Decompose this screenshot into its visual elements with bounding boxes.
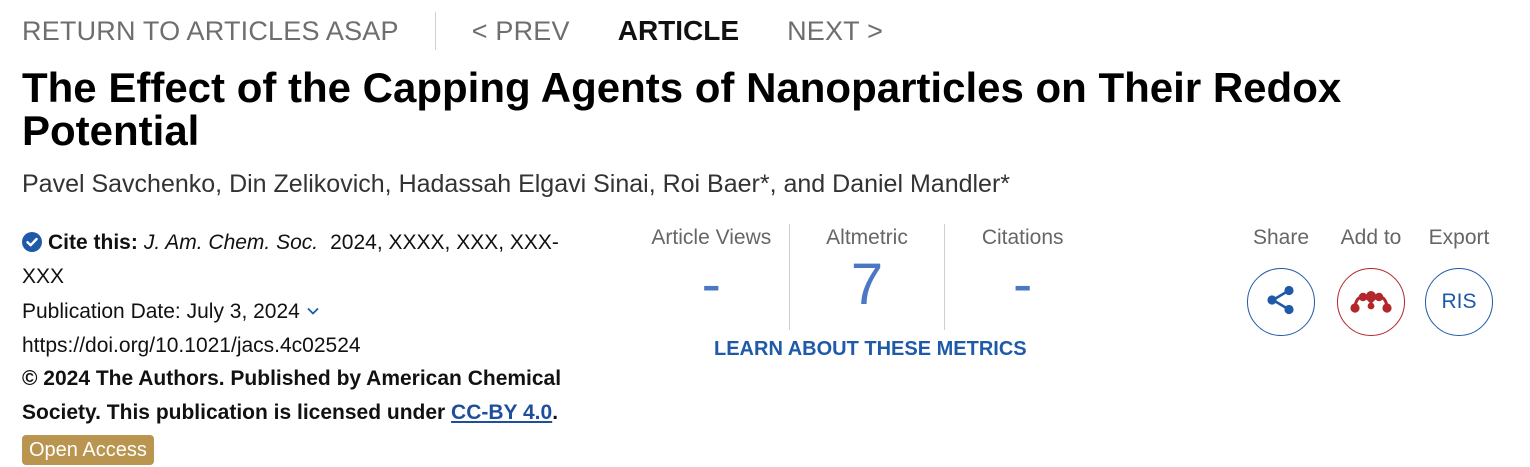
- prev-link[interactable]: < PREV: [472, 16, 570, 47]
- mendeley-button[interactable]: [1337, 268, 1405, 336]
- article-views-label: Article Views: [651, 226, 772, 249]
- export-action: Export RIS: [1423, 226, 1495, 336]
- altmetric-value[interactable]: 7: [851, 250, 883, 320]
- license-link[interactable]: CC-BY 4.0: [451, 401, 552, 424]
- export-label: Export: [1428, 226, 1490, 249]
- open-access-badge: Open Access: [22, 435, 154, 465]
- citation-block: Cite this: J. Am. Chem. Soc. 2024, XXXX, X…: [22, 226, 602, 467]
- citations-label: Citations: [981, 226, 1064, 249]
- journal-name: J. Am. Chem. Soc.: [143, 231, 319, 254]
- citation-value: 2024, XXXX, XXX, XXX-: [330, 231, 559, 254]
- article-navigation: RETURN TO ARTICLES ASAP < PREV ARTICLE N…: [22, 12, 883, 50]
- mendeley-icon: [1349, 285, 1393, 320]
- current-article-label: ARTICLE: [617, 15, 740, 46]
- return-to-articles-link[interactable]: RETURN TO ARTICLES ASAP: [22, 16, 399, 47]
- citation-value-cont: XXX: [22, 264, 65, 288]
- next-link[interactable]: NEXT >: [787, 16, 883, 47]
- learn-about-metrics-link[interactable]: LEARN ABOUT THESE METRICS: [714, 338, 1027, 361]
- citations-value: -: [1013, 252, 1033, 317]
- nav-divider: [434, 12, 436, 50]
- add-to-label: Add to: [1340, 226, 1402, 249]
- share-label: Share: [1252, 226, 1310, 249]
- metric-article-views: Article Views -: [634, 224, 789, 330]
- cite-this-button[interactable]: Cite this:: [48, 231, 138, 254]
- publication-date: Publication Date: July 3, 2024: [22, 300, 300, 323]
- metric-altmetric[interactable]: Altmetric 7: [788, 224, 945, 330]
- altmetric-label: Altmetric: [826, 226, 908, 249]
- share-action: Share: [1245, 226, 1317, 336]
- publication-date-toggle[interactable]: Publication Date: July 3, 2024: [22, 293, 602, 329]
- article-views-value: -: [701, 252, 721, 317]
- doi-link[interactable]: https://doi.org/10.1021/jacs.4c02524: [22, 329, 602, 363]
- license-end: .: [552, 400, 559, 424]
- metric-citations: Citations -: [944, 224, 1100, 330]
- share-icon: [1263, 282, 1299, 323]
- cite-line: Cite this: J. Am. Chem. Soc. 2024, XXXX, X…: [22, 226, 602, 260]
- chevron-down-icon[interactable]: [306, 293, 320, 327]
- check-circle-icon: [22, 232, 42, 252]
- license-line-2: Society. This publication is licensed un…: [22, 400, 446, 424]
- ris-export-button[interactable]: RIS: [1425, 268, 1493, 336]
- share-button[interactable]: [1247, 268, 1315, 336]
- metrics-panel: Article Views - Altmetric 7 Citations -: [634, 224, 1100, 330]
- article-title: The Effect of the Capping Agents of Nano…: [22, 64, 1342, 154]
- license-line-1: © 2024 The Authors. Published by America…: [22, 367, 562, 390]
- add-to-action: Add to: [1335, 226, 1407, 336]
- license-line-2-wrap: Society. This publication is licensed un…: [22, 396, 602, 430]
- ris-label: RIS: [1441, 290, 1477, 313]
- author-list[interactable]: Pavel Savchenko, Din Zelikovich, Hadassa…: [22, 170, 1010, 199]
